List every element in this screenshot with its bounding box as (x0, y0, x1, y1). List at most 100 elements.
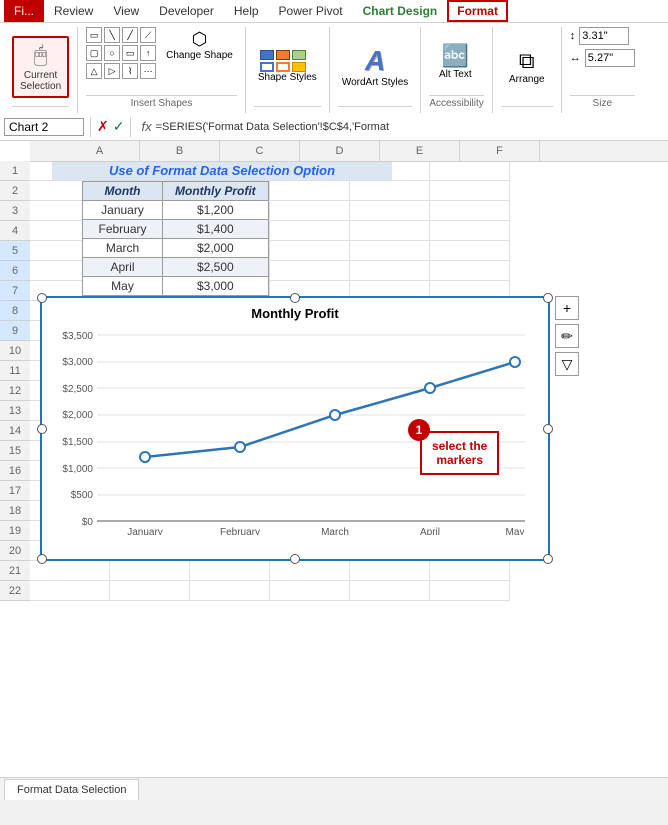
cell-d2[interactable] (270, 181, 350, 201)
cell-month-feb[interactable]: February (83, 220, 163, 239)
wordart-styles-button[interactable]: A WordArt Styles (338, 43, 413, 90)
row-16: 16 (0, 461, 30, 481)
height-field[interactable]: 3.31" (579, 27, 629, 45)
row-18: 18 (0, 501, 30, 521)
cell-profit-feb[interactable]: $1,400 (163, 220, 269, 239)
col-header-b: B (140, 141, 220, 161)
cancel-icon[interactable]: ✗ (97, 118, 109, 135)
cell-d3[interactable] (270, 201, 350, 221)
cell-f5[interactable] (430, 241, 510, 261)
shape-icon-round-rect[interactable]: ▭ (122, 45, 138, 61)
cell-e2[interactable] (350, 181, 430, 201)
svg-text:$3,500: $3,500 (62, 331, 93, 342)
cell-d4[interactable] (270, 221, 350, 241)
shape-style-6[interactable] (292, 62, 306, 72)
shape-style-5[interactable] (276, 62, 290, 72)
shape-icon-zigzag[interactable]: ⌇ (122, 63, 138, 79)
cell-e3[interactable] (350, 201, 430, 221)
cell-d6[interactable] (270, 261, 350, 281)
ribbon-tabs: Fi... Review View Developer Help Power P… (0, 0, 668, 23)
row-5: 5 (0, 241, 30, 261)
col-header-f: F (460, 141, 540, 161)
chart-filter-button[interactable]: ▽ (555, 352, 579, 376)
cell-profit-mar[interactable]: $2,000 (163, 239, 269, 258)
group-arrange: ⧉ Arrange (493, 27, 562, 113)
shape-styles-button[interactable]: Shape Styles (254, 48, 321, 85)
shape-icon-more[interactable]: ⋯ (140, 63, 156, 79)
tab-view[interactable]: View (103, 0, 149, 22)
cell-f3[interactable] (430, 201, 510, 221)
alt-text-button[interactable]: 🔤 Alt Text (429, 41, 481, 82)
add-element-button[interactable]: + (555, 296, 579, 320)
cell-d5[interactable] (270, 241, 350, 261)
cell-c22[interactable] (190, 581, 270, 601)
cell-a21[interactable] (30, 561, 110, 581)
sheet-tab-format-data[interactable]: Format Data Selection (4, 779, 139, 800)
tab-review[interactable]: Review (44, 0, 103, 22)
marker-feb[interactable] (235, 442, 245, 452)
shape-style-3[interactable] (292, 50, 306, 60)
tab-format[interactable]: Format (447, 0, 508, 22)
cell-e6[interactable] (350, 261, 430, 281)
shape-icon-oval[interactable]: ○ (104, 45, 120, 61)
shape-icon-tri[interactable]: △ (86, 63, 102, 79)
cell-f1[interactable] (430, 161, 510, 181)
cell-f2[interactable] (430, 181, 510, 201)
shape-style-2[interactable] (276, 50, 290, 60)
width-field[interactable]: 5.27" (585, 49, 635, 67)
chart-styles-button[interactable]: ✏ (555, 324, 579, 348)
cell-month-apr[interactable]: April (83, 258, 163, 277)
current-selection-label: Current Selection (20, 70, 61, 92)
shape-icon-rect2[interactable]: ▢ (86, 45, 102, 61)
cell-b22[interactable] (110, 581, 190, 601)
shape-icon-line[interactable]: ╲ (104, 27, 120, 43)
shape-style-1[interactable] (260, 50, 274, 60)
name-box[interactable] (4, 118, 84, 136)
tab-power-pivot[interactable]: Power Pivot (269, 0, 353, 22)
confirm-icon[interactable]: ✓ (113, 118, 125, 135)
change-shape-button[interactable]: ⬡ Change Shape (162, 27, 237, 63)
col-header-d: D (300, 141, 380, 161)
size-height-input: ↕ 3.31" (570, 27, 630, 45)
tab-developer[interactable]: Developer (149, 0, 224, 22)
shape-icon-rect[interactable]: ▭ (86, 27, 102, 43)
chart-container[interactable]: Monthly Profit $3,500 $3,000 $2,500 $2,0… (40, 296, 550, 561)
cell-profit-jan[interactable]: $1,200 (163, 201, 269, 220)
cell-c21[interactable] (190, 561, 270, 581)
shape-icon-rtri[interactable]: ▷ (104, 63, 120, 79)
cell-f21[interactable] (430, 561, 510, 581)
tab-help[interactable]: Help (224, 0, 269, 22)
shape-icon-line2[interactable]: ╱ (122, 27, 138, 43)
tab-chart-design[interactable]: Chart Design (353, 0, 448, 22)
cell-e22[interactable] (350, 581, 430, 601)
fx-label: fx (141, 119, 151, 134)
cell-e5[interactable] (350, 241, 430, 261)
cell-profit-apr[interactable]: $2,500 (163, 258, 269, 277)
marker-may[interactable] (510, 357, 520, 367)
col-header-a: A (60, 141, 140, 161)
cell-f6[interactable] (430, 261, 510, 281)
arrange-button[interactable]: ⧉ Arrange (501, 46, 553, 87)
cell-month-mar[interactable]: March (83, 239, 163, 258)
cell-b21[interactable] (110, 561, 190, 581)
cell-e21[interactable] (350, 561, 430, 581)
cell-a22[interactable] (30, 581, 110, 601)
shape-icon-line3[interactable]: ⟋ (140, 27, 156, 43)
marker-mar[interactable] (330, 410, 340, 420)
shape-icon-up-arrow[interactable]: ↑ (140, 45, 156, 61)
cell-d21[interactable] (270, 561, 350, 581)
cell-d22[interactable] (270, 581, 350, 601)
cell-month-may[interactable]: May (83, 277, 163, 296)
cell-f22[interactable] (430, 581, 510, 601)
cell-month-jan[interactable]: January (83, 201, 163, 220)
cell-e4[interactable] (350, 221, 430, 241)
marker-apr[interactable] (425, 383, 435, 393)
cell-f4[interactable] (430, 221, 510, 241)
cell-profit-may[interactable]: $3,000 (163, 277, 269, 296)
marker-jan[interactable] (140, 452, 150, 462)
shape-style-4[interactable] (260, 62, 274, 72)
tab-file[interactable]: Fi... (4, 0, 44, 22)
current-selection-button[interactable]: 🖱 Current Selection (12, 36, 69, 98)
chart-svg: $3,500 $3,000 $2,500 $2,000 $1,500 $1,00… (50, 325, 540, 535)
row-3: 3 (0, 201, 30, 221)
